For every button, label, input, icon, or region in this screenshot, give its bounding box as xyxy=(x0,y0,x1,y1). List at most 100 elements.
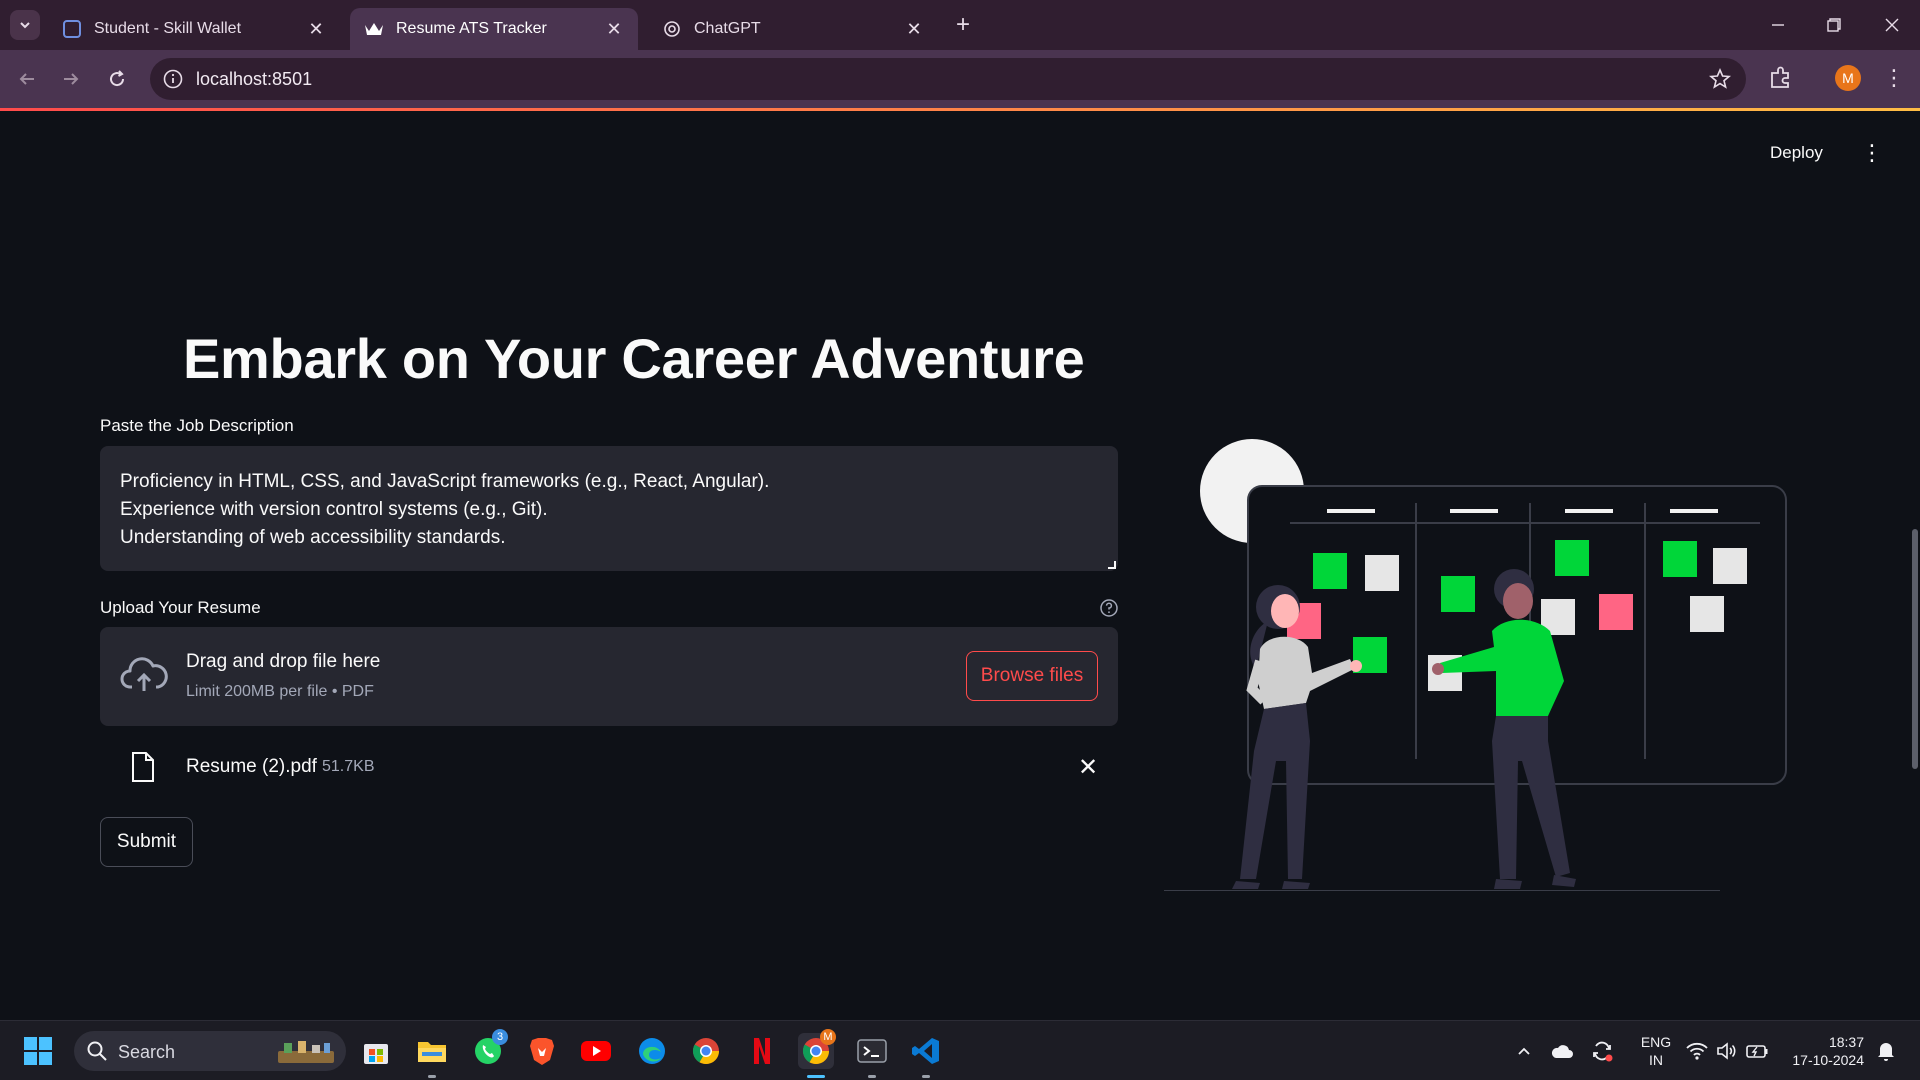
language-code: ENG xyxy=(1640,1034,1672,1050)
onedrive-cloud-icon[interactable] xyxy=(1550,1039,1574,1063)
restore-window-button[interactable] xyxy=(1816,10,1852,40)
back-button[interactable] xyxy=(12,64,42,94)
new-tab-button[interactable]: + xyxy=(950,11,976,38)
taskbar-search-placeholder: Search xyxy=(118,1042,176,1062)
job-description-textarea[interactable]: Proficiency in HTML, CSS, and JavaScript… xyxy=(100,446,1118,571)
chrome-icon xyxy=(692,1038,720,1065)
clock-time: 18:37 xyxy=(1828,1034,1864,1050)
netflix-icon xyxy=(754,1038,770,1064)
url-text[interactable]: localhost:8501 xyxy=(196,69,312,90)
browser-tab-strip: Student - Skill Wallet ✕ Resume ATS Trac… xyxy=(0,0,1920,50)
remove-file-icon[interactable]: ✕ xyxy=(1074,753,1102,781)
resize-handle-icon[interactable] xyxy=(1108,561,1116,569)
edge-browser-icon xyxy=(639,1038,665,1064)
windows-taskbar: Search 3 M ENG IN 18:37 17-10-2024 xyxy=(0,1020,1920,1080)
taskbar-vscode[interactable] xyxy=(908,1033,944,1078)
start-button[interactable] xyxy=(20,1033,56,1069)
region-code: IN xyxy=(1649,1052,1663,1068)
job-description-line: Experience with version control systems … xyxy=(120,499,548,520)
page-title: Embark on Your Career Adventure xyxy=(183,327,1085,390)
battery-icon[interactable] xyxy=(1745,1039,1769,1063)
browser-toolbar: localhost:8501 M ⋮ xyxy=(0,50,1920,108)
sticky-note xyxy=(1313,553,1347,589)
uploaded-file-size: 51.7KB xyxy=(322,758,375,775)
deploy-button[interactable]: Deploy xyxy=(1770,143,1823,163)
job-description-label: Paste the Job Description xyxy=(100,416,294,435)
show-hidden-icons-button[interactable] xyxy=(1512,1039,1536,1063)
close-tab-icon[interactable]: ✕ xyxy=(904,19,924,39)
cloud-upload-icon xyxy=(120,657,168,691)
sticky-note xyxy=(1441,576,1475,612)
app-main: Deploy ⋮ Embark on Your Career Adventure… xyxy=(0,111,1920,1020)
profile-badge: M xyxy=(820,1029,836,1045)
notifications-bell-icon[interactable] xyxy=(1874,1039,1898,1063)
taskbar-netflix[interactable] xyxy=(744,1033,780,1069)
address-bar[interactable]: localhost:8501 xyxy=(150,58,1746,100)
taskbar-whatsapp[interactable]: 3 xyxy=(470,1029,508,1069)
wifi-icon[interactable] xyxy=(1685,1039,1709,1063)
reload-button[interactable] xyxy=(102,64,132,94)
search-icon xyxy=(87,1041,107,1061)
taskbar-terminal[interactable] xyxy=(854,1033,890,1078)
close-tab-icon[interactable]: ✕ xyxy=(604,19,624,39)
sync-status-icon[interactable] xyxy=(1590,1039,1614,1063)
file-dropzone[interactable]: Drag and drop file here Limit 200MB per … xyxy=(100,627,1118,726)
extensions-puzzle-icon[interactable] xyxy=(1768,65,1794,91)
streamlit-crown-icon xyxy=(364,19,384,39)
taskbar-file-explorer[interactable] xyxy=(414,1033,450,1078)
screen: Student - Skill Wallet ✕ Resume ATS Trac… xyxy=(0,0,1920,1080)
volume-icon[interactable] xyxy=(1715,1039,1739,1063)
vscode-icon xyxy=(912,1038,939,1064)
sticky-note xyxy=(1690,596,1724,632)
kanban-team-illustration xyxy=(1164,439,1787,891)
app-main-menu-icon[interactable]: ⋮ xyxy=(1861,139,1883,167)
sticky-note xyxy=(1713,548,1747,584)
tab-label: ChatGPT xyxy=(694,20,761,37)
taskbar-chrome[interactable] xyxy=(688,1033,724,1069)
clock[interactable]: 18:37 17-10-2024 xyxy=(1782,1033,1864,1069)
input-language-indicator[interactable]: ENG IN xyxy=(1636,1033,1676,1069)
windows-logo-icon xyxy=(24,1037,52,1065)
taskbar-edge[interactable] xyxy=(634,1033,670,1069)
sticky-note xyxy=(1365,555,1399,591)
youtube-icon xyxy=(581,1041,611,1061)
forward-button[interactable] xyxy=(56,64,86,94)
browser-menu-icon[interactable]: ⋮ xyxy=(1882,64,1906,92)
running-indicator xyxy=(868,1075,876,1078)
file-icon xyxy=(132,752,154,782)
taskbar-youtube[interactable] xyxy=(578,1033,614,1069)
close-window-button[interactable] xyxy=(1874,10,1910,40)
microsoft-store-icon xyxy=(364,1044,388,1064)
skill-wallet-favicon-icon xyxy=(62,19,82,39)
bookmark-star-icon[interactable] xyxy=(1708,67,1732,91)
taskbar-brave[interactable] xyxy=(524,1033,560,1069)
tab-chatgpt[interactable]: ChatGPT ✕ xyxy=(648,8,938,50)
profile-avatar[interactable]: M xyxy=(1835,65,1861,91)
taskbar-search-box[interactable]: Search xyxy=(74,1031,346,1071)
search-highlight-image-icon xyxy=(278,1041,334,1063)
minimize-icon xyxy=(1772,24,1784,26)
close-tab-icon[interactable]: ✕ xyxy=(306,19,326,39)
submit-button[interactable]: Submit xyxy=(100,817,193,867)
tab-student-skill-wallet[interactable]: Student - Skill Wallet ✕ xyxy=(48,8,340,50)
clock-date: 17-10-2024 xyxy=(1792,1052,1864,1068)
arrow-right-icon xyxy=(64,73,79,85)
chevron-down-icon xyxy=(20,22,30,29)
taskbar-chrome-profile-active[interactable]: M xyxy=(798,1029,836,1078)
minimize-window-button[interactable] xyxy=(1760,10,1796,40)
job-description-line: Proficiency in HTML, CSS, and JavaScript… xyxy=(120,471,770,492)
taskbar-microsoft-store[interactable] xyxy=(358,1033,394,1069)
sticky-note xyxy=(1599,594,1633,630)
site-info-icon[interactable] xyxy=(162,68,184,90)
page-scrollbar[interactable] xyxy=(1912,529,1918,769)
tab-label: Student - Skill Wallet xyxy=(94,20,242,37)
notification-badge: 3 xyxy=(492,1029,508,1045)
help-tooltip-icon[interactable] xyxy=(1099,598,1119,618)
upload-resume-label: Upload Your Resume xyxy=(100,598,261,617)
sticky-note xyxy=(1663,541,1697,577)
terminal-icon xyxy=(857,1039,887,1063)
tab-search-button[interactable] xyxy=(10,10,40,40)
browse-files-button[interactable]: Browse files xyxy=(966,651,1098,701)
tab-resume-ats-tracker[interactable]: Resume ATS Tracker ✕ xyxy=(350,8,638,50)
reload-icon xyxy=(110,70,125,87)
